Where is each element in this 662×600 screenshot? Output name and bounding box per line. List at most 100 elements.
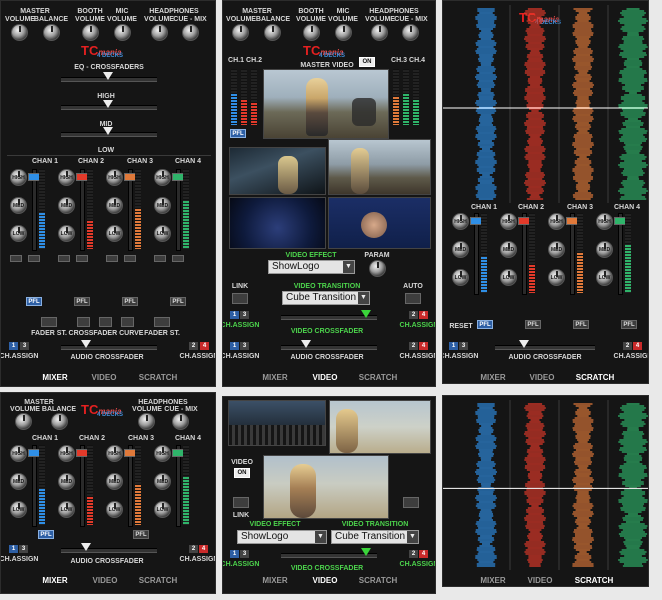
video-assign-1[interactable]: 1	[230, 550, 239, 558]
ch-assign-2[interactable]: 2	[189, 545, 198, 553]
booth-volume-knob[interactable]	[82, 24, 99, 41]
crossfader-curve-button-3[interactable]	[121, 317, 134, 327]
pfl-button-ch1[interactable]: PFL	[477, 320, 493, 329]
low-eq-knob-ch2[interactable]: LOW	[58, 225, 75, 242]
tab-scratch[interactable]: SCRATCH	[575, 576, 614, 585]
scratch-waveforms[interactable]	[443, 400, 649, 572]
crossfader-curve-button-1[interactable]	[77, 317, 90, 327]
audio-assign-1[interactable]: 1	[230, 342, 239, 350]
fader-start-button-left[interactable]	[41, 317, 57, 327]
waveform-ch4[interactable]	[618, 8, 648, 200]
med-eq-knob-ch1[interactable]: MED	[10, 473, 27, 490]
ch-assign-2[interactable]: 2	[623, 342, 632, 350]
video-transition-select[interactable]: Cube Transition ▼	[331, 530, 419, 544]
video-assign-4[interactable]: 4	[419, 550, 428, 558]
video-effect-select[interactable]: ShowLogo ▼	[237, 530, 327, 544]
video-crossfader-thumb[interactable]	[361, 310, 371, 318]
waveform-ch2[interactable]	[524, 8, 546, 200]
high-eq-knob-ch1[interactable]: HIGH	[10, 169, 27, 186]
med-eq-knob-ch2[interactable]: MED	[58, 473, 75, 490]
audio-assign-4[interactable]: 4	[419, 342, 428, 350]
reset-button-ch4[interactable]	[154, 255, 166, 262]
tab-video[interactable]: VIDEO	[313, 576, 338, 585]
scratch-waveforms[interactable]	[443, 5, 649, 205]
high-eq-knob-ch4[interactable]: HIGH	[154, 445, 171, 462]
reset-button-ch1[interactable]	[10, 255, 22, 262]
tab-mixer[interactable]: MIXER	[262, 576, 287, 585]
crossfader-curve-button-2[interactable]	[99, 317, 112, 327]
audio-crossfader-thumb[interactable]	[81, 340, 91, 348]
tab-mixer[interactable]: MIXER	[262, 373, 287, 382]
med-eq-knob-ch2[interactable]: MED	[58, 197, 75, 214]
video-assign-3[interactable]: 3	[240, 311, 249, 319]
video-crossfader-thumb[interactable]	[361, 548, 371, 556]
high-eq-knob-ch2[interactable]: HIGH	[58, 445, 75, 462]
ch-assign-1-left[interactable]: 1	[9, 342, 18, 350]
pfl-button-ch3[interactable]: PFL	[122, 297, 138, 306]
mute-button-ch4[interactable]	[172, 255, 184, 262]
mic-volume-knob[interactable]	[114, 24, 131, 41]
headphones-volume-knob[interactable]	[138, 413, 155, 430]
low-eq-knob-ch4[interactable]: LOW	[154, 225, 171, 242]
booth-volume-knob[interactable]	[303, 24, 320, 41]
mic-volume-knob[interactable]	[335, 24, 352, 41]
med-eq-knob-ch3[interactable]: MED	[548, 241, 565, 258]
pfl-button-ch3[interactable]: PFL	[573, 320, 589, 329]
ch-assign-3[interactable]: 3	[459, 342, 468, 350]
master-balance-knob[interactable]	[51, 413, 68, 430]
med-eq-knob-ch3[interactable]: MED	[106, 197, 123, 214]
ch-assign-1[interactable]: 1	[9, 545, 18, 553]
audio-crossfader-thumb[interactable]	[81, 543, 91, 551]
high-eq-knob-ch4[interactable]: HIGH	[596, 213, 613, 230]
master-video-on-button[interactable]: ON	[359, 57, 375, 67]
low-eq-knob-ch4[interactable]: LOW	[154, 501, 171, 518]
master-volume-knob[interactable]	[15, 413, 32, 430]
ch-assign-4[interactable]: 4	[633, 342, 642, 350]
high-eq-knob-ch1[interactable]: HIGH	[452, 213, 469, 230]
link-button[interactable]	[233, 497, 249, 508]
high-eq-knob-ch2[interactable]: HIGH	[58, 169, 75, 186]
pfl-button-ch2[interactable]: PFL	[74, 297, 90, 306]
video-on-button[interactable]: ON	[234, 468, 250, 478]
tab-video[interactable]: VIDEO	[93, 576, 118, 585]
low-eq-knob-ch3[interactable]: LOW	[106, 225, 123, 242]
link-button[interactable]	[232, 293, 248, 304]
cue-mix-knob[interactable]	[402, 24, 419, 41]
pfl-button-ch3[interactable]: PFL	[133, 530, 149, 539]
pfl-button-ch1[interactable]: PFL	[230, 129, 246, 138]
med-eq-knob-ch4[interactable]: MED	[154, 197, 171, 214]
cue-mix-knob[interactable]	[182, 24, 199, 41]
low-eq-knob-ch2[interactable]: LOW	[500, 269, 517, 286]
low-eq-knob-ch3[interactable]: LOW	[106, 501, 123, 518]
ch-assign-2-right[interactable]: 2	[189, 342, 198, 350]
master-balance-knob[interactable]	[43, 24, 60, 41]
waveform-ch1[interactable]	[475, 8, 497, 200]
tab-mixer[interactable]: MIXER	[480, 576, 505, 585]
med-eq-knob-ch4[interactable]: MED	[596, 241, 613, 258]
pfl-button-ch2[interactable]: PFL	[525, 320, 541, 329]
ch-assign-3[interactable]: 3	[19, 545, 28, 553]
tab-video[interactable]: VIDEO	[313, 373, 338, 382]
audio-crossfader-thumb[interactable]	[301, 340, 311, 348]
audio-assign-3[interactable]: 3	[240, 342, 249, 350]
tab-video[interactable]: VIDEO	[528, 576, 553, 585]
waveform-ch2[interactable]	[524, 403, 546, 567]
ch-assign-4[interactable]: 4	[199, 545, 208, 553]
mute-button-ch2[interactable]	[76, 255, 88, 262]
tab-video[interactable]: VIDEO	[92, 373, 117, 382]
pfl-button-ch4[interactable]: PFL	[621, 320, 637, 329]
med-eq-knob-ch1[interactable]: MED	[10, 197, 27, 214]
high-eq-knob-ch4[interactable]: HIGH	[154, 169, 171, 186]
master-balance-knob[interactable]	[264, 24, 281, 41]
high-eq-knob-ch1[interactable]: HIGH	[10, 445, 27, 462]
low-eq-knob-ch4[interactable]: LOW	[596, 269, 613, 286]
eq-crossfader-mid-thumb[interactable]	[103, 100, 113, 108]
tab-mixer[interactable]: MIXER	[42, 373, 67, 382]
reset-button-ch2[interactable]	[58, 255, 70, 262]
param-knob[interactable]	[369, 260, 386, 277]
ch-assign-1[interactable]: 1	[449, 342, 458, 350]
pfl-button-ch1[interactable]: PFL	[38, 530, 54, 539]
auto-button[interactable]	[403, 497, 419, 508]
video-assign-2[interactable]: 2	[409, 311, 418, 319]
high-eq-knob-ch2[interactable]: HIGH	[500, 213, 517, 230]
